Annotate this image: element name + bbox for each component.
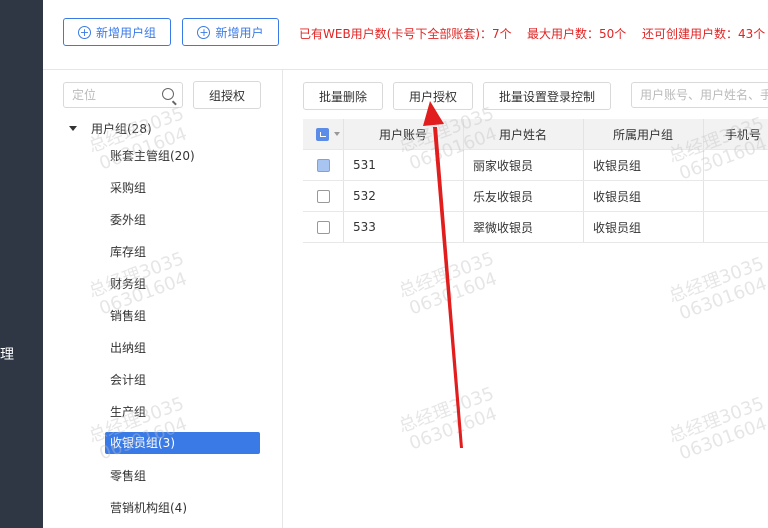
left-nav: 理 [0, 0, 43, 528]
tree-item[interactable]: 采购组 [105, 177, 151, 199]
row-select-cell[interactable] [317, 150, 337, 180]
user-table: 用户账号 用户姓名 所属用户组 手机号 531 丽家收银员 收银员组 532 乐… [303, 119, 768, 243]
tree-item[interactable]: 零售组 [105, 465, 151, 487]
top-bar: + 新增用户组 + 新增用户 已有WEB用户数(卡号下全部账套)：7个 最大用户… [43, 0, 768, 70]
stat-remaining-users: 还可创建用户数：43个 [642, 27, 766, 41]
stat-max-users: 最大用户数：50个 [527, 27, 627, 41]
search-icon[interactable] [162, 88, 174, 100]
add-user-label: 新增用户 [215, 25, 264, 40]
select-all-cell[interactable] [313, 119, 343, 149]
cell-name: 丽家收银员 [473, 158, 534, 173]
cell-group: 收银员组 [593, 158, 642, 173]
user-search-box[interactable] [631, 82, 768, 108]
plus-circle-icon: + [197, 25, 211, 39]
user-search-input[interactable] [632, 83, 768, 107]
cell-phone [713, 150, 768, 180]
group-search-box[interactable] [63, 82, 183, 108]
row-select-cell[interactable] [317, 212, 337, 242]
add-user-button[interactable]: + 新增用户 [182, 18, 279, 46]
cell-phone [713, 212, 768, 242]
tree-item[interactable]: 销售组 [105, 305, 151, 327]
batch-delete-button[interactable]: 批量删除 [303, 82, 383, 110]
row-checkbox[interactable] [317, 189, 330, 203]
tree-item[interactable]: 委外组 [105, 209, 151, 231]
tree-item-selected[interactable]: 收银员组(3) [105, 432, 260, 454]
tree-item[interactable]: 账套主管组(20) [105, 145, 200, 167]
select-all-checkbox[interactable] [316, 127, 329, 141]
cell-name: 乐友收银员 [473, 189, 534, 204]
table-row[interactable]: 532 乐友收银员 收银员组 [303, 181, 768, 212]
cell-account: 532 [353, 189, 376, 203]
row-checkbox[interactable] [317, 220, 330, 234]
column-header: 手机号 [724, 127, 761, 142]
tree-item[interactable]: 会计组 [105, 369, 151, 391]
add-user-group-button[interactable]: + 新增用户组 [63, 18, 171, 46]
table-row[interactable]: 531 丽家收银员 收银员组 [303, 150, 768, 181]
column-header: 所属用户组 [612, 127, 673, 142]
group-auth-label: 组授权 [208, 88, 245, 103]
cell-group: 收银员组 [593, 189, 642, 204]
add-user-group-label: 新增用户组 [95, 25, 156, 40]
cell-account: 531 [353, 158, 376, 172]
tree-item[interactable]: 出纳组 [105, 337, 151, 359]
user-main-panel: 批量删除 用户授权 批量设置登录控制 用户账号 用户姓名 所属用户组 手机号 5… [284, 70, 768, 528]
table-header: 用户账号 用户姓名 所属用户组 手机号 [303, 119, 768, 150]
tree-item[interactable]: 营销机构组(4) [105, 497, 192, 519]
cell-phone [713, 181, 768, 211]
plus-circle-icon: + [77, 25, 91, 39]
cell-group: 收银员组 [593, 220, 642, 235]
nav-item-label[interactable]: 理 [0, 344, 14, 364]
user-auth-button[interactable]: 用户授权 [393, 82, 473, 110]
row-select-cell[interactable] [317, 181, 337, 211]
batch-login-control-button[interactable]: 批量设置登录控制 [483, 82, 611, 110]
group-auth-button[interactable]: 组授权 [193, 81, 261, 109]
column-header: 用户账号 [378, 127, 427, 142]
batch-delete-label: 批量删除 [318, 89, 367, 104]
group-sidebar: 组授权 用户组(28) 账套主管组(20) 采购组 委外组 库存组 财务组 销售… [43, 70, 283, 528]
tree-item[interactable]: 生产组 [105, 401, 151, 423]
table-row[interactable]: 533 翠微收银员 收银员组 [303, 212, 768, 243]
column-header: 用户姓名 [498, 127, 547, 142]
caret-down-icon[interactable] [69, 126, 77, 131]
group-search-input[interactable] [64, 83, 154, 107]
cell-name: 翠微收银员 [473, 220, 534, 235]
cell-account: 533 [353, 220, 376, 234]
batch-login-control-label: 批量设置登录控制 [498, 89, 595, 104]
chevron-down-icon[interactable] [334, 132, 340, 136]
row-checkbox[interactable] [317, 158, 330, 172]
tree-root-label: 用户组(28) [91, 122, 152, 136]
user-auth-label: 用户授权 [408, 89, 457, 104]
tree-item[interactable]: 库存组 [105, 241, 151, 263]
stat-existing-users: 已有WEB用户数(卡号下全部账套)：7个 [299, 27, 512, 41]
tree-root[interactable]: 用户组(28) [69, 120, 152, 137]
tree-item[interactable]: 财务组 [105, 273, 151, 295]
